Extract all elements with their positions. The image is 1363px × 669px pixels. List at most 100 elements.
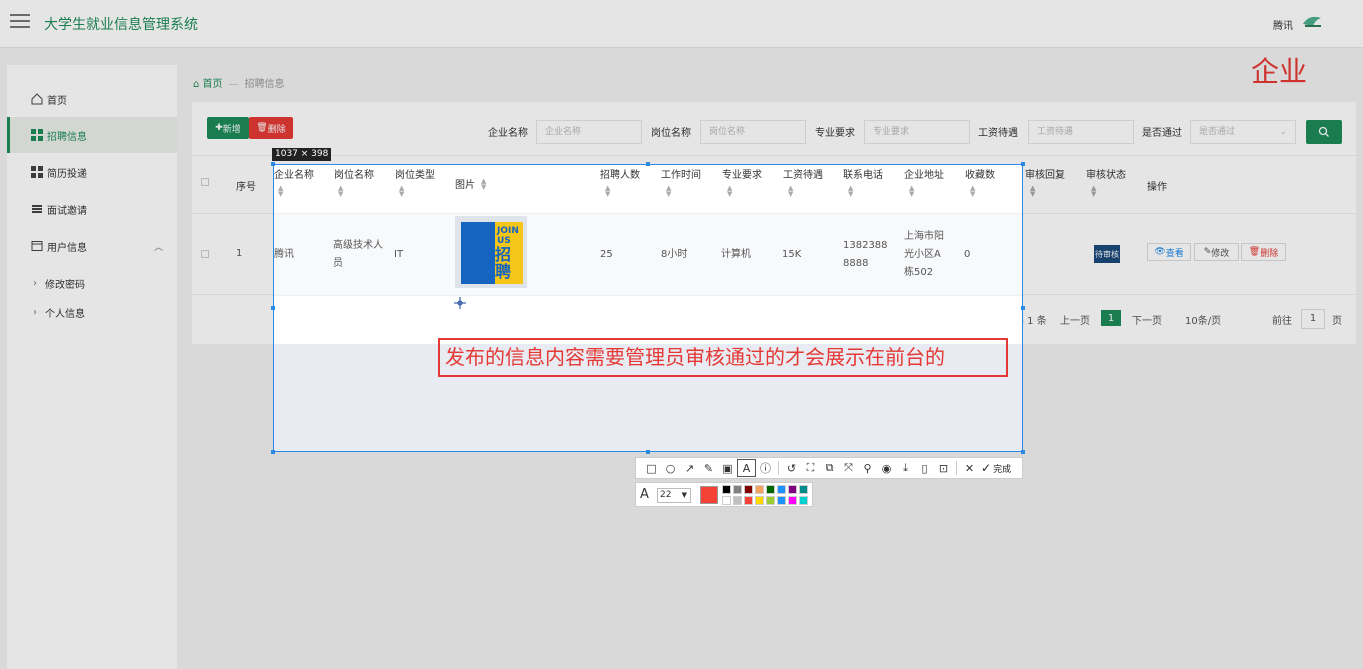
color-swatch[interactable]	[799, 496, 808, 505]
ocr-icon[interactable]: ⛶	[801, 459, 820, 477]
font-size-select[interactable]: 22 ▼	[657, 488, 691, 503]
sort-icon[interactable]: ▲ ▼	[788, 185, 793, 198]
col-header-type[interactable]: 岗位类型	[395, 166, 435, 181]
done-button[interactable]: ✓ 完成	[981, 461, 1011, 475]
row-checkbox[interactable]	[201, 250, 209, 258]
col-header-company[interactable]: 企业名称	[274, 166, 314, 181]
sidebar-subitem-profile[interactable]: › 个人信息	[7, 298, 177, 326]
arrow-tool-icon[interactable]: ↗	[680, 459, 699, 477]
color-swatch[interactable]	[788, 485, 797, 494]
approved-select[interactable]: 是否通过 ⌄	[1190, 120, 1296, 144]
pagination-goto-input[interactable]: 1	[1301, 309, 1325, 329]
pagination-next[interactable]: 下一页	[1132, 312, 1162, 327]
color-swatch[interactable]	[755, 485, 764, 494]
row-delete-button[interactable]: 🗑 删除	[1241, 243, 1286, 261]
sidebar-subitem-change-password[interactable]: › 修改密码	[7, 269, 177, 297]
sort-icon[interactable]: ▲ ▼	[970, 185, 975, 198]
sidebar-item-interview[interactable]: 面试邀请	[7, 191, 177, 227]
current-color-swatch[interactable]	[700, 486, 718, 504]
sort-icon[interactable]: ▲ ▼	[666, 185, 671, 198]
col-header-work-time[interactable]: 工作时间	[661, 166, 701, 181]
bookmark-icon[interactable]: ⊡	[934, 459, 953, 477]
col-header-review-status[interactable]: 审核状态	[1086, 166, 1126, 181]
salary-input[interactable]: 工资待遇	[1028, 120, 1134, 144]
color-swatch[interactable]	[766, 496, 775, 505]
search-button[interactable]	[1306, 120, 1342, 144]
sidebar-item-home[interactable]: 首页	[7, 81, 177, 117]
major-input[interactable]: 专业要求	[864, 120, 970, 144]
select-all-checkbox[interactable]	[201, 178, 209, 186]
color-swatch[interactable]	[777, 485, 786, 494]
color-swatch[interactable]	[722, 496, 731, 505]
sort-icon[interactable]: ▲ ▼	[909, 185, 914, 198]
recruitment-poster-image[interactable]: JOIN US 招聘	[455, 216, 527, 288]
mosaic-tool-icon[interactable]: ▣	[718, 459, 737, 477]
col-header-address[interactable]: 企业地址	[904, 166, 944, 181]
sort-icon[interactable]: ▲ ▼	[338, 185, 343, 198]
number-tool-icon[interactable]: ⓘ	[756, 459, 775, 477]
pagination-current[interactable]: 1	[1101, 310, 1121, 326]
color-swatch[interactable]	[744, 496, 753, 505]
scroll-capture-icon[interactable]: ⤧	[839, 459, 858, 477]
col-header-phone[interactable]: 联系电话	[843, 166, 883, 181]
color-swatch[interactable]	[733, 485, 742, 494]
resize-handle-top[interactable]	[646, 162, 650, 166]
breadcrumb-home[interactable]: ⌂ 首页	[193, 79, 223, 90]
color-swatch[interactable]	[722, 485, 731, 494]
color-swatch[interactable]	[755, 496, 764, 505]
sort-icon[interactable]: ▲ ▼	[1091, 185, 1096, 198]
resize-handle-top-left[interactable]	[271, 162, 275, 166]
sort-icon[interactable]: ▲ ▼	[399, 185, 404, 198]
record-icon[interactable]: ◉	[877, 459, 896, 477]
sidebar-item-user-info[interactable]: 用户信息 ︿	[7, 228, 177, 264]
sort-icon[interactable]: ▲ ▼	[481, 178, 486, 191]
download-icon[interactable]: ⤓	[896, 459, 915, 477]
col-header-favorites[interactable]: 收藏数	[965, 166, 995, 181]
position-input[interactable]: 岗位名称	[700, 120, 806, 144]
phone-icon[interactable]: ▯	[915, 459, 934, 477]
color-swatch[interactable]	[777, 496, 786, 505]
text-tool-icon[interactable]: A	[737, 459, 756, 477]
sort-icon[interactable]: ▲ ▼	[727, 185, 732, 198]
sort-icon[interactable]: ▲ ▼	[848, 185, 853, 198]
edit-button[interactable]: ✎ 修改	[1194, 243, 1239, 261]
sidebar-item-recruitment[interactable]: 招聘信息	[7, 117, 177, 153]
ellipse-tool-icon[interactable]: ○	[661, 459, 680, 477]
rectangle-tool-icon[interactable]: □	[642, 459, 661, 477]
user-name[interactable]: 腾讯	[1273, 17, 1293, 32]
resize-handle-left[interactable]	[271, 306, 275, 310]
add-button[interactable]: ✚ 新增	[207, 117, 249, 139]
col-header-review-reply[interactable]: 审核回复	[1025, 166, 1065, 181]
pin-icon[interactable]: ⚲	[858, 459, 877, 477]
page-size-select[interactable]: 10条/页	[1185, 312, 1221, 327]
close-icon[interactable]: ✕	[960, 459, 979, 477]
resize-handle-right[interactable]	[1021, 306, 1025, 310]
capture-region[interactable]: 企业名称 ▲ ▼ 岗位名称 ▲ ▼ 岗位类型 ▲ ▼ 图片 ▲ ▼ 招聘人数 ▲ ▼ 工作…	[273, 164, 1023, 452]
sidebar-item-resume[interactable]: 简历投递	[7, 154, 177, 190]
resize-handle-top-right[interactable]	[1021, 162, 1025, 166]
color-swatch[interactable]	[766, 485, 775, 494]
pagination-prev[interactable]: 上一页	[1060, 312, 1090, 327]
col-header-position[interactable]: 岗位名称	[334, 166, 374, 181]
sort-icon[interactable]: ▲ ▼	[278, 185, 283, 198]
view-button[interactable]: 👁 查看	[1147, 243, 1191, 261]
color-swatch[interactable]	[799, 485, 808, 494]
annotation-textbox[interactable]: 发布的信息内容需要管理员审核通过的才会展示在前台的	[438, 338, 1008, 377]
col-header-recruit-count[interactable]: 招聘人数	[600, 166, 640, 181]
sort-icon[interactable]: ▲ ▼	[605, 185, 610, 198]
col-header-major[interactable]: 专业要求	[722, 166, 762, 181]
resize-handle-bottom-right[interactable]	[1021, 450, 1025, 454]
color-swatch[interactable]	[744, 485, 753, 494]
sort-icon[interactable]: ▲ ▼	[1030, 185, 1035, 198]
company-input[interactable]: 企业名称	[536, 120, 642, 144]
color-swatch[interactable]	[788, 496, 797, 505]
resize-handle-bottom[interactable]	[646, 450, 650, 454]
menu-toggle-icon[interactable]	[10, 14, 30, 30]
color-swatch[interactable]	[733, 496, 742, 505]
translate-icon[interactable]: ⧉	[820, 459, 839, 477]
delete-button[interactable]: 🗑 删除	[249, 117, 293, 139]
resize-handle-bottom-left[interactable]	[271, 450, 275, 454]
undo-icon[interactable]: ↺	[782, 459, 801, 477]
pen-tool-icon[interactable]: ✎	[699, 459, 718, 477]
col-header-salary[interactable]: 工资待遇	[783, 166, 823, 181]
